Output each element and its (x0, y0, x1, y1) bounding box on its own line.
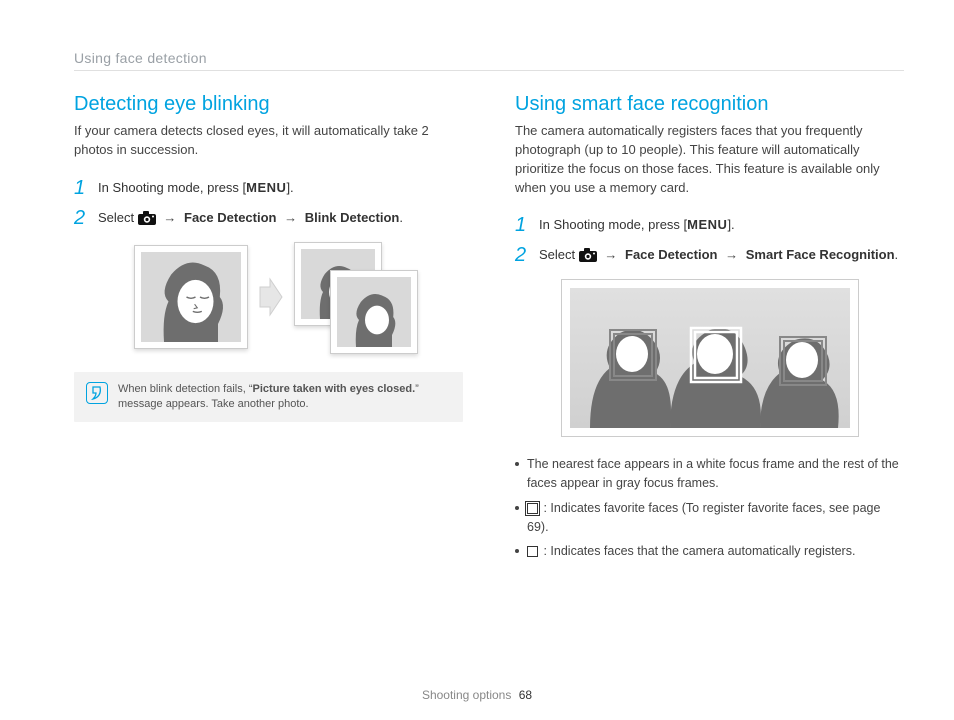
step-number: 1 (74, 178, 88, 198)
camera-icon (138, 211, 156, 225)
step-number: 1 (515, 215, 529, 235)
photo-result-2 (330, 270, 418, 354)
arrow-icon: → (163, 210, 176, 225)
step2-select: Select (539, 247, 579, 262)
bullet-3: : Indicates faces that the camera automa… (515, 542, 904, 561)
intro-smart: The camera automatically registers faces… (515, 122, 904, 197)
bullet-dot-icon (515, 549, 519, 553)
step-2-blink: 2 Select → Face Detection → Blink Detect… (74, 208, 463, 228)
step-1-smart: 1 In Shooting mode, press [MENU]. (515, 215, 904, 235)
step2-select: Select (98, 210, 138, 225)
figure-blink (74, 242, 463, 352)
step-number: 2 (74, 208, 88, 228)
photo-stack (294, 242, 404, 352)
right-column: Using smart face recognition The camera … (515, 93, 904, 567)
bullet-text: : Indicates favorite faces (To register … (527, 501, 880, 534)
bullet-text: : Indicates faces that the camera automa… (543, 544, 855, 558)
bullet-text: The nearest face appears in a white focu… (527, 455, 904, 493)
bullet-dot-icon (515, 462, 519, 466)
note-blink: When blink detection fails, “Picture tak… (74, 372, 463, 423)
content-columns: Detecting eye blinking If your camera de… (74, 93, 904, 567)
section-title-blink: Detecting eye blinking (74, 93, 463, 116)
double-frame-icon (527, 503, 538, 514)
arrow-icon: → (604, 247, 617, 262)
note-prefix: When blink detection fails, “ (118, 383, 253, 395)
group-illustration (570, 288, 850, 428)
steps-smart: 1 In Shooting mode, press [MENU]. 2 Sele… (515, 215, 904, 265)
page-number: 68 (519, 688, 532, 702)
menu-label: MENU (246, 180, 286, 195)
face-illustration (146, 252, 236, 342)
step1-text: In Shooting mode, press [ (539, 217, 687, 232)
step-number: 2 (515, 245, 529, 265)
note-bold: Picture taken with eyes closed. (253, 383, 416, 395)
breadcrumb: Using face detection (74, 50, 904, 71)
face-illustration (344, 287, 404, 347)
step-1-blink: 1 In Shooting mode, press [MENU]. (74, 178, 463, 198)
menu-label: MENU (687, 217, 727, 232)
bullet-1: The nearest face appears in a white focu… (515, 455, 904, 493)
page-footer: Shooting options 68 (0, 688, 954, 702)
bullet-list: The nearest face appears in a white focu… (515, 455, 904, 561)
left-column: Detecting eye blinking If your camera de… (74, 93, 463, 567)
path-face-detection: Face Detection (184, 210, 276, 225)
intro-blink: If your camera detects closed eyes, it w… (74, 122, 463, 160)
steps-blink: 1 In Shooting mode, press [MENU]. 2 Sele… (74, 178, 463, 228)
step1-text: In Shooting mode, press [ (98, 180, 246, 195)
step-2-smart: 2 Select → Face Detection → Smart Face R… (515, 245, 904, 265)
arrow-icon: → (725, 247, 738, 262)
bullet-2: : Indicates favorite faces (To register … (515, 499, 904, 537)
figure-smart (561, 279, 859, 437)
step1-close: ]. (727, 217, 734, 232)
path-blink-detection: Blink Detection (305, 210, 400, 225)
step1-close: ]. (286, 180, 293, 195)
note-text: When blink detection fails, “Picture tak… (118, 382, 451, 413)
single-frame-icon (527, 546, 538, 557)
footer-section: Shooting options (422, 688, 511, 702)
section-title-smart: Using smart face recognition (515, 93, 904, 116)
arrow-icon: → (284, 210, 297, 225)
path-smart-face: Smart Face Recognition (746, 247, 895, 262)
arrow-large-icon (258, 277, 284, 317)
bullet-dot-icon (515, 506, 519, 510)
path-face-detection: Face Detection (625, 247, 717, 262)
note-icon (86, 382, 108, 404)
photo-eyes-closed (134, 245, 248, 349)
camera-icon (579, 248, 597, 262)
